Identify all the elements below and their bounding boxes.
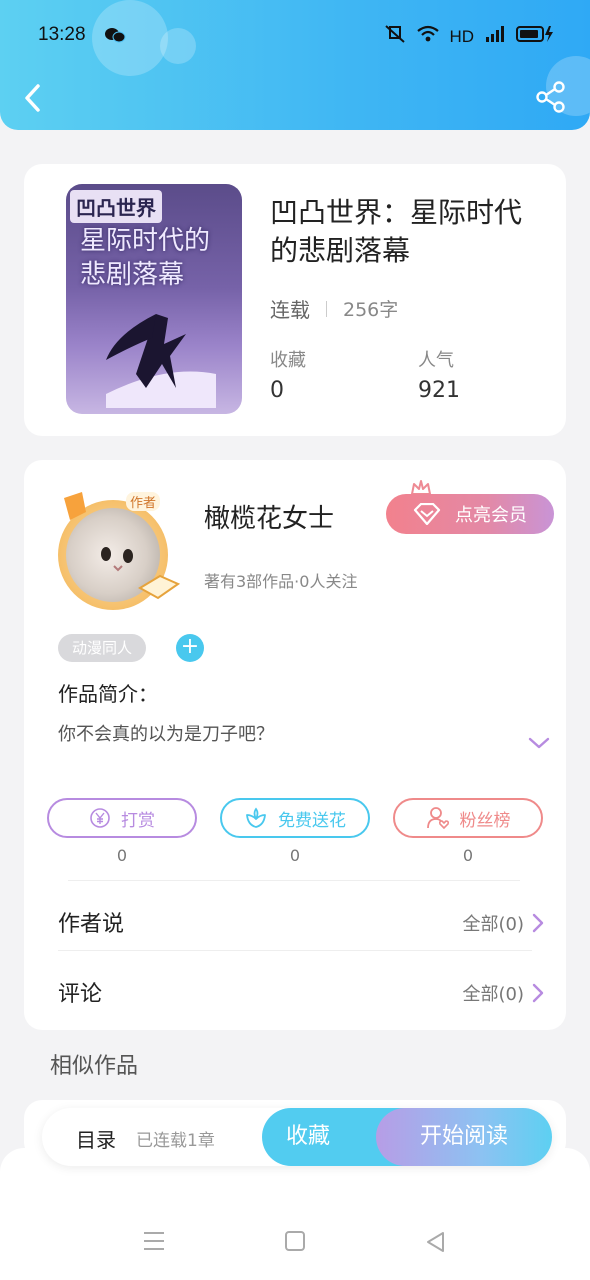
divider (326, 300, 327, 317)
status-bar: 13:28 HD (38, 24, 556, 48)
cover-title: 星际时代的悲剧落幕 (80, 226, 211, 290)
back-triangle-icon[interactable] (424, 1230, 446, 1254)
battery-icon (516, 25, 556, 48)
status-time: 13:28 (38, 24, 86, 45)
share-icon[interactable] (534, 80, 568, 114)
favorites-value: 0 (270, 378, 284, 403)
chevron-right-icon (532, 913, 544, 933)
add-tag-button[interactable]: + (176, 634, 204, 662)
book-meta: 连载 256字 (270, 294, 398, 323)
reward-label: 打赏 (121, 810, 155, 831)
divider (58, 950, 532, 951)
fan-count: 0 (462, 846, 474, 865)
divider (68, 880, 520, 881)
author-card: 作者 橄榄花女士 著有3部作品·0人关注 点亮会员 动漫同人 + 作品简介： 你… (24, 460, 566, 1030)
author-name[interactable]: 橄榄花女士 (204, 498, 334, 535)
similar-works-heading: 相似作品 (50, 1054, 139, 1079)
header: 13:28 HD (0, 0, 590, 130)
author-says-label: 作者说 (58, 912, 125, 937)
category-tag[interactable]: 动漫同人 (58, 634, 147, 662)
author-says-link: 全部(0) (463, 910, 545, 936)
author-avatar[interactable]: 作者 (42, 490, 194, 610)
diamond-icon (413, 503, 441, 525)
send-flower-button[interactable]: 免费送花 (220, 798, 370, 838)
mute-icon (383, 24, 407, 49)
signal-icon (484, 25, 506, 48)
home-square-icon[interactable] (284, 1230, 306, 1252)
flower-count: 0 (289, 846, 301, 865)
popularity-value: 921 (418, 378, 460, 403)
menu-icon[interactable] (142, 1230, 166, 1252)
comments-count: 全部(0) (462, 984, 525, 1005)
pencil-decor-icon (64, 492, 86, 520)
comments-link: 全部(0) (463, 980, 545, 1006)
book-decor-icon (138, 574, 180, 600)
cover-tag: 凹凸世界 (70, 190, 162, 223)
author-says-row[interactable]: 作者说 全部(0) (24, 890, 566, 950)
author-badge: 作者 (126, 492, 161, 511)
book-title: 凹凸世界：星际时代的悲剧落幕 (270, 196, 523, 267)
vip-button-label: 点亮会员 (455, 505, 527, 526)
wechat-icon (104, 26, 126, 49)
comments-row[interactable]: 评论 全部(0) (24, 960, 566, 1020)
fan-ranking-label: 粉丝榜 (459, 810, 511, 831)
intro-text: 你不会真的以为是刀子吧？ (58, 724, 274, 745)
serial-status: 连载 (270, 298, 310, 322)
fan-user-icon (426, 807, 449, 830)
system-nav-bar (0, 1222, 590, 1262)
send-flower-label: 免费送花 (278, 810, 346, 831)
cover-figure-illustration (106, 314, 216, 408)
comments-label: 评论 (58, 982, 103, 1007)
popularity-label: 人气 (418, 350, 454, 371)
start-reading-button[interactable]: 开始阅读 (376, 1108, 552, 1166)
book-cover[interactable]: 凹凸世界 星际时代的悲剧落幕 (66, 184, 242, 414)
author-info: 著有3部作品·0人关注 (204, 572, 358, 591)
reward-count: 0 (116, 846, 128, 865)
bottom-action-bar: 目录 已连载1章 收藏 开始阅读 (42, 1108, 552, 1166)
fan-ranking-button[interactable]: 粉丝榜 (393, 798, 543, 838)
author-says-count: 全部(0) (462, 914, 525, 935)
toc-button[interactable]: 目录 已连载1章 (42, 1108, 262, 1166)
book-info-card: 凹凸世界 星际时代的悲剧落幕 凹凸世界：星际时代的悲剧落幕 连载 256字 收藏… (24, 164, 566, 436)
favorites-label: 收藏 (270, 350, 306, 371)
word-count: 256字 (343, 299, 399, 321)
back-icon[interactable] (20, 80, 50, 116)
intro-label: 作品简介： (58, 682, 158, 706)
toc-count: 已连载1章 (136, 1131, 215, 1151)
chevron-down-icon[interactable] (528, 736, 550, 750)
chevron-right-icon (532, 983, 544, 1003)
reward-button[interactable]: 打赏 (47, 798, 197, 838)
flower-icon (246, 807, 266, 828)
wifi-icon (417, 25, 440, 48)
network-label: HD (449, 26, 474, 46)
yen-icon (90, 808, 110, 828)
toc-label: 目录 (76, 1128, 116, 1152)
vip-button[interactable]: 点亮会员 (386, 494, 554, 534)
